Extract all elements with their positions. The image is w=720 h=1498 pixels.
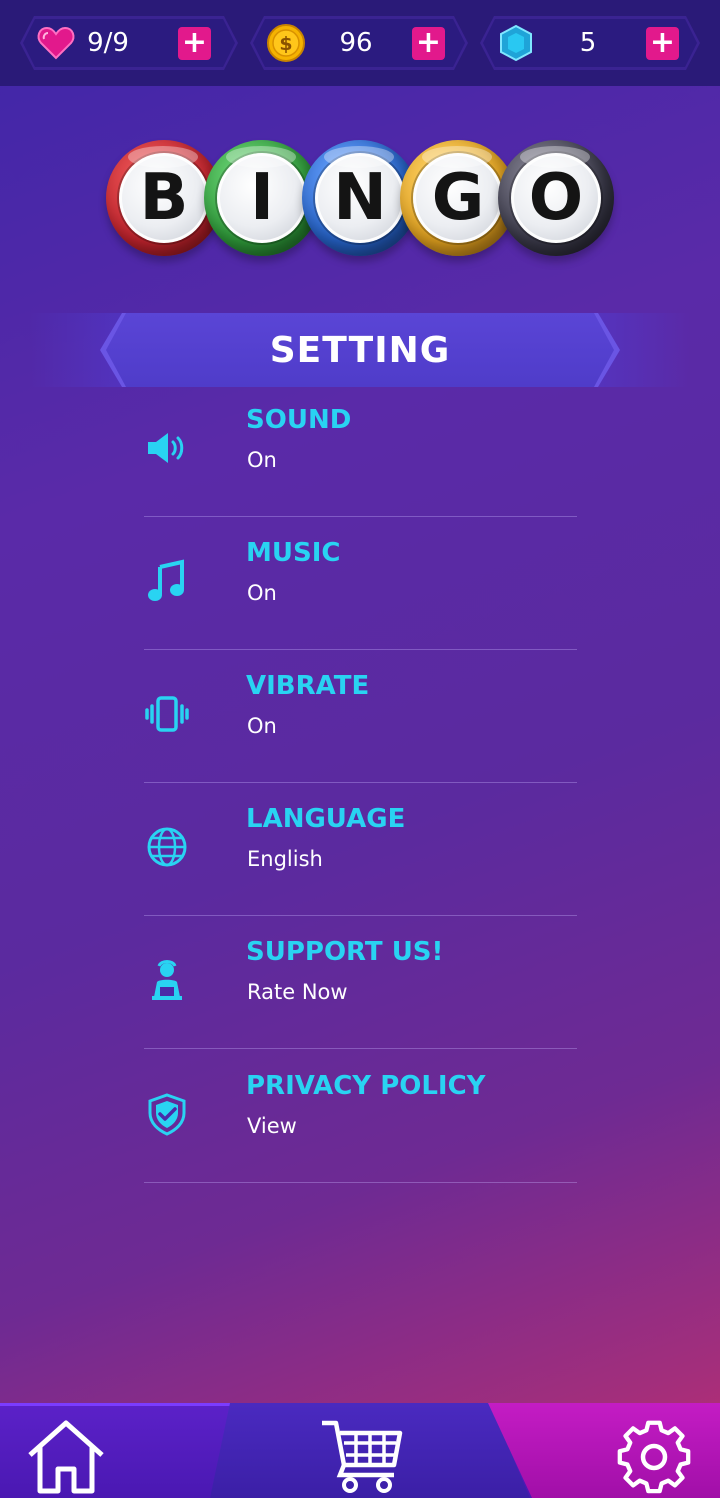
home-icon — [28, 1420, 104, 1494]
setting-value: On — [247, 581, 277, 605]
lives-value: 9/9 — [87, 28, 129, 58]
vibrate-icon — [145, 696, 189, 732]
setting-label: PRIVACY POLICY — [246, 1071, 486, 1101]
nav-shop[interactable] — [320, 1415, 404, 1495]
nav-settings[interactable] — [612, 1415, 696, 1495]
page-title: SETTING — [269, 330, 451, 371]
gems-counter: 5 + — [480, 16, 700, 70]
nav-home[interactable] — [24, 1415, 108, 1495]
resource-bar: 9/9 + $ 96 + 5 + — [0, 0, 720, 86]
coin-icon: $ — [266, 23, 306, 63]
coins-counter: $ 96 + — [250, 16, 468, 70]
coins-value: 96 — [339, 28, 373, 58]
setting-row-language[interactable]: LANGUAGE English — [144, 783, 577, 916]
add-gems-button[interactable]: + — [646, 27, 679, 60]
gems-value: 5 — [579, 28, 597, 58]
setting-row-music[interactable]: MUSIC On — [144, 517, 577, 650]
shield-check-icon — [148, 1093, 186, 1136]
cart-icon — [322, 1420, 403, 1493]
setting-value: On — [247, 714, 277, 738]
setting-row-support[interactable]: SUPPORT US! Rate Now — [144, 916, 577, 1049]
setting-value: View — [247, 1114, 297, 1138]
globe-icon — [147, 827, 187, 867]
setting-row-sound[interactable]: SOUND On — [144, 384, 577, 517]
music-note-icon — [148, 559, 184, 601]
add-coins-button[interactable]: + — [412, 27, 445, 60]
lives-counter: 9/9 + — [20, 16, 238, 70]
setting-value: On — [247, 448, 277, 472]
setting-header: SETTING — [100, 313, 620, 387]
add-lives-button[interactable]: + — [178, 27, 211, 60]
heart-icon — [36, 23, 76, 63]
logo-ball-o: O — [498, 140, 614, 256]
setting-row-privacy[interactable]: PRIVACY POLICY View — [144, 1050, 577, 1183]
setting-label: LANGUAGE — [246, 804, 406, 834]
setting-label: MUSIC — [246, 538, 341, 568]
setting-value: Rate Now — [247, 980, 348, 1004]
setting-label: VIBRATE — [246, 671, 370, 701]
bottom-nav — [0, 1403, 720, 1498]
speaker-icon — [148, 433, 184, 463]
setting-value: English — [247, 847, 323, 871]
support-agent-icon — [152, 960, 182, 1000]
svg-text:$: $ — [279, 33, 292, 55]
gear-icon — [617, 1420, 691, 1494]
setting-row-vibrate[interactable]: VIBRATE On — [144, 650, 577, 783]
bingo-logo: B I N G O — [106, 140, 616, 264]
setting-label: SUPPORT US! — [246, 937, 444, 967]
gem-icon — [496, 23, 536, 63]
setting-label: SOUND — [246, 405, 352, 435]
